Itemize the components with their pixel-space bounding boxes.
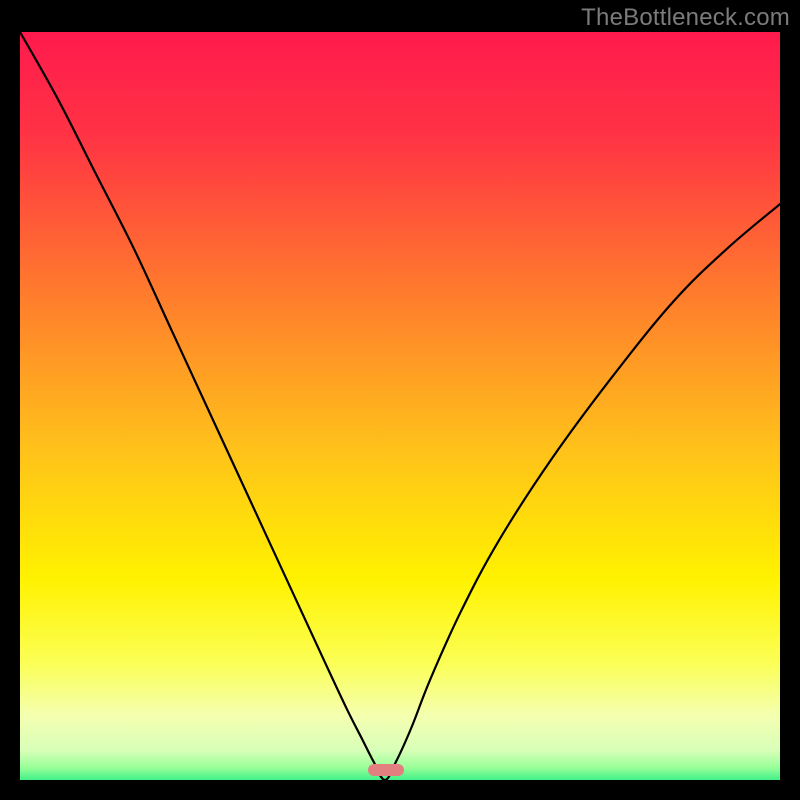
bottleneck-curve [20,32,780,780]
plot-area [20,32,780,780]
watermark-text: TheBottleneck.com [581,4,790,32]
minimum-marker [368,764,404,776]
chart-container: TheBottleneck.com [0,0,800,800]
